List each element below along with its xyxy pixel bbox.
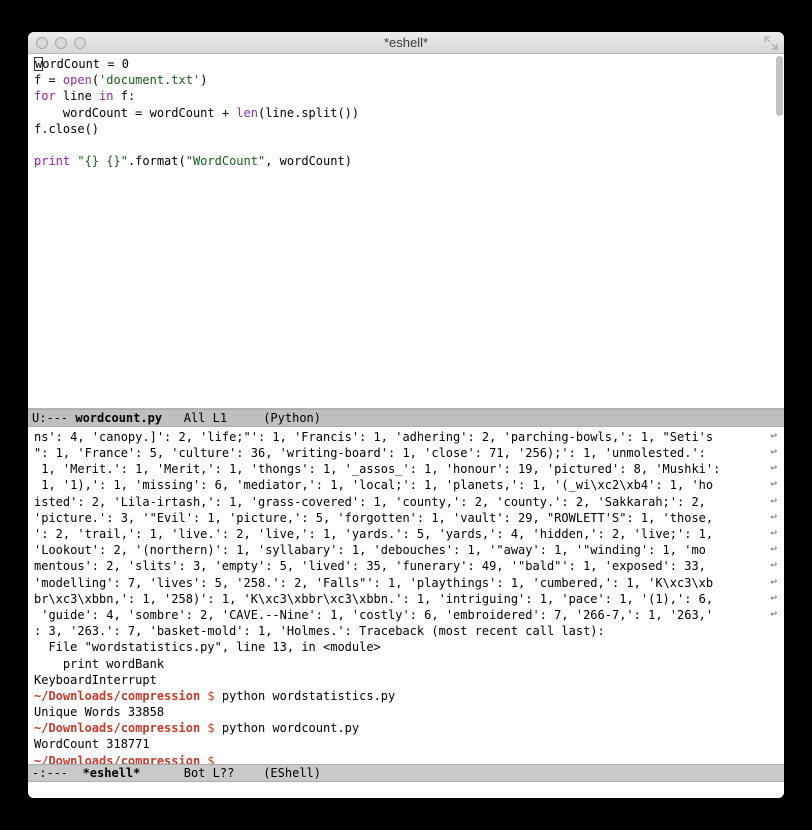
code-text: len <box>236 106 258 120</box>
term-line: br\xc3\xbbn,': 1, '258)': 1, 'K\xc3\xbbr… <box>34 591 778 607</box>
term-line: WordCount 318771 <box>34 736 778 752</box>
window-title: *eshell* <box>28 35 784 50</box>
content: wordCount = 0 f = open('document.txt') f… <box>28 54 784 798</box>
term-line: print wordBank <box>34 656 778 672</box>
wrap-icon: ↩ <box>770 575 777 590</box>
wrap-icon: ↩ <box>770 445 777 460</box>
code-text: ( <box>92 73 99 87</box>
eshell-pane[interactable]: ns': 4, 'canopy.]': 2, 'life;"': 1, 'Fra… <box>28 427 784 764</box>
term-line: ": 1, 'France': 5, 'culture': 36, 'writi… <box>34 445 778 461</box>
wrap-icon: ↩ <box>770 558 777 573</box>
modeline-bottom[interactable]: -:--- *eshell* Bot L?? (EShell) <box>28 764 784 782</box>
term-line: Unique Words 33858 <box>34 704 778 720</box>
modeline-info: All L1 (Python) <box>162 411 321 425</box>
term-line: 'Lookout': 2, '(northern)': 1, 'syllabar… <box>34 542 778 558</box>
code-text: ordCount = <box>42 57 121 71</box>
code-text: print <box>34 154 70 168</box>
wrap-icon: ↩ <box>770 494 777 509</box>
term-line: 'modelling': 7, 'lives': 5, '258.': 2, '… <box>34 575 778 591</box>
code-text: open <box>63 73 92 87</box>
term-line: 'picture.': 3, '"Evil': 1, 'picture,': 5… <box>34 510 778 526</box>
term-line: ns': 4, 'canopy.]': 2, 'life;"': 1, 'Fra… <box>34 429 778 445</box>
term-line: isted': 2, 'Lila-irtash,': 1, 'grass-cov… <box>34 494 778 510</box>
prompt-path: ~/Downloads/compression <box>34 689 200 703</box>
term-line: mentous': 2, 'slits': 3, 'empty': 5, 'li… <box>34 558 778 574</box>
wrap-icon: ↩ <box>770 607 777 622</box>
prompt-dollar: $ <box>200 754 222 764</box>
prompt-dollar: $ <box>200 721 222 735</box>
code-text: f: <box>114 89 136 103</box>
code-text: for <box>34 89 56 103</box>
scrollbar[interactable] <box>776 56 783 116</box>
code-text: 0 <box>122 57 129 71</box>
modeline-status: U:--- <box>32 411 75 425</box>
code-pane[interactable]: wordCount = 0 f = open('document.txt') f… <box>28 54 784 409</box>
code-body[interactable]: wordCount = 0 f = open('document.txt') f… <box>28 54 784 171</box>
code-text: (line.split()) <box>258 106 359 120</box>
term-line: KeyboardInterrupt <box>34 672 778 688</box>
wrap-icon: ↩ <box>770 591 777 606</box>
minibuffer[interactable] <box>28 782 784 798</box>
code-text: "{} {}" <box>77 154 128 168</box>
term-line: 1, '1),': 1, 'missing': 6, 'mediator,': … <box>34 477 778 493</box>
code-text: .format( <box>128 154 186 168</box>
wrap-icon: ↩ <box>770 542 777 557</box>
term-line: ': 2, 'trail,': 1, 'live.': 2, 'live,': … <box>34 526 778 542</box>
wrap-icon: ↩ <box>770 526 777 541</box>
wrap-icon: ↩ <box>770 510 777 525</box>
eshell-body[interactable]: ns': 4, 'canopy.]': 2, 'life;"': 1, 'Fra… <box>28 427 784 764</box>
prompt-path: ~/Downloads/compression <box>34 754 200 764</box>
code-text: 'document.txt' <box>99 73 200 87</box>
code-text: , wordCount) <box>265 154 352 168</box>
term-line: ~/Downloads/compression $ python wordcou… <box>34 720 778 736</box>
code-text: ) <box>200 73 207 87</box>
titlebar[interactable]: *eshell* <box>28 32 784 54</box>
wrap-icon: ↩ <box>770 429 777 444</box>
term-line: 1, 'Merit.': 1, 'Merit,': 1, 'thongs': 1… <box>34 461 778 477</box>
modeline-status: -:--- <box>32 766 83 780</box>
modeline-file: wordcount.py <box>75 411 162 425</box>
modeline-top[interactable]: U:--- wordcount.py All L1 (Python) <box>28 409 784 427</box>
code-text: "WordCount" <box>186 154 265 168</box>
prompt-path: ~/Downloads/compression <box>34 721 200 735</box>
code-text: wordCount = wordCount + <box>34 106 236 120</box>
term-line: 'guide': 4, 'sombre': 2, 'CAVE.--Nine': … <box>34 607 778 623</box>
emacs-window: *eshell* wordCount = 0 f = open('documen… <box>28 32 784 798</box>
term-line: ~/Downloads/compression $ python wordsta… <box>34 688 778 704</box>
modeline-file: *eshell* <box>83 766 141 780</box>
modeline-info: Bot L?? (EShell) <box>140 766 321 780</box>
code-text: f = <box>34 73 63 87</box>
code-text: in <box>99 89 113 103</box>
term-line: : 3, '263.': 7, 'basket-mold': 1, 'Holme… <box>34 623 778 639</box>
term-line: ~/Downloads/compression $ <box>34 753 778 764</box>
prompt-dollar: $ <box>200 689 222 703</box>
fullscreen-icon[interactable] <box>764 36 778 50</box>
wrap-icon: ↩ <box>770 477 777 492</box>
code-text: line <box>56 89 99 103</box>
wrap-icon: ↩ <box>770 461 777 476</box>
term-line: File "wordstatistics.py", line 13, in <m… <box>34 639 778 655</box>
code-text: f.close() <box>34 122 99 136</box>
